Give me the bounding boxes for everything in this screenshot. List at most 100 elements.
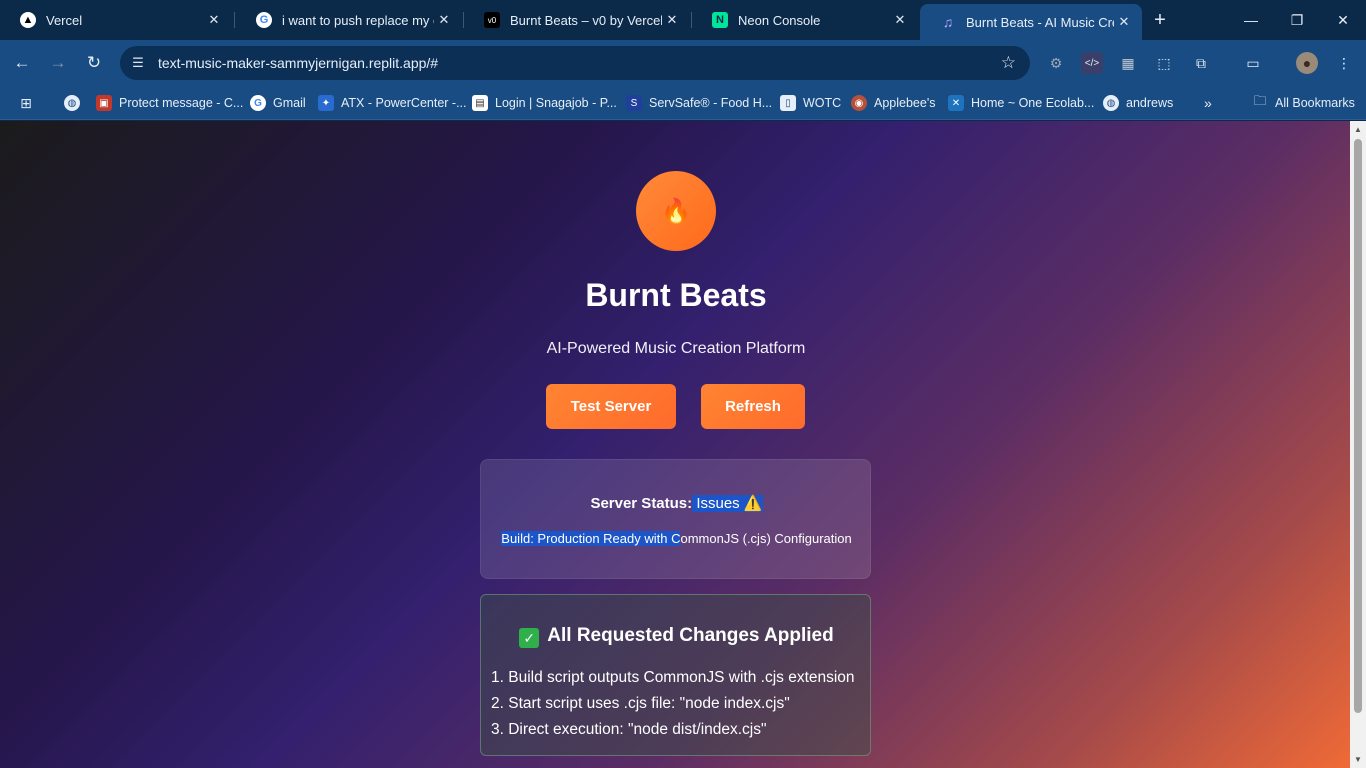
extension-icon[interactable]: ⚙ xyxy=(1045,52,1067,74)
snagajob-icon: ▤ xyxy=(472,95,488,111)
fire-icon: 🔥 xyxy=(661,197,691,225)
tab-title: Neon Console xyxy=(738,12,821,28)
globe-icon: ◍ xyxy=(64,95,80,111)
close-icon[interactable]: ✕ xyxy=(890,10,910,30)
changes-applied-card: ✓ All Requested Changes Applied 1. Build … xyxy=(480,594,871,756)
bookmark-label: Protect message - C... xyxy=(119,96,244,110)
ecolab-icon: ✕ xyxy=(948,95,964,111)
bookmark-servsafe[interactable]: S ServSafe® - Food H... xyxy=(626,92,772,114)
tab-burnt-beats-active[interactable]: ♫ Burnt Beats - AI Music Creatio ✕ xyxy=(920,4,1142,40)
bookmark-label: WOTC xyxy=(803,96,842,110)
bookmark-globe[interactable]: ◍ xyxy=(64,92,87,114)
tab-separator xyxy=(234,12,235,28)
address-bar[interactable]: ☰ text-music-maker-sammyjernigan.replit.… xyxy=(120,46,1030,80)
refresh-button[interactable]: Refresh xyxy=(701,384,805,429)
change-item-1: 1. Build script outputs CommonJS with .c… xyxy=(491,669,855,686)
all-bookmarks-label: All Bookmarks xyxy=(1275,96,1355,110)
build-info-rest: ommonJS (.cjs) Configuration xyxy=(680,531,852,546)
check-mark-icon: ✓ xyxy=(519,628,540,648)
close-icon[interactable]: ✕ xyxy=(204,10,224,30)
bookmark-label: Login | Snagajob - P... xyxy=(495,96,617,110)
bookmark-atx-powercenter[interactable]: ✦ ATX - PowerCenter -... xyxy=(318,92,467,114)
back-icon[interactable]: ← xyxy=(9,50,35,76)
tab-v0[interactable]: v0 Burnt Beats – v0 by Vercel ✕ xyxy=(464,0,690,40)
scroll-up-arrow-icon[interactable]: ▲ xyxy=(1354,125,1362,134)
reload-icon[interactable]: ↻ xyxy=(81,50,107,76)
change-item-2: 2. Start script uses .cjs file: "node in… xyxy=(491,695,790,712)
bookmark-label: ServSafe® - Food H... xyxy=(649,96,773,110)
folder-icon: 🗀 xyxy=(1253,93,1267,108)
bookmark-star-icon[interactable]: ☆ xyxy=(1001,53,1016,73)
bookmark-andrews[interactable]: ◍ andrews xyxy=(1103,92,1173,114)
page-scrollbar[interactable]: ▲ ▼ xyxy=(1350,121,1366,768)
tab-title: Vercel xyxy=(46,12,83,28)
servsafe-icon: S xyxy=(626,95,642,111)
page-title: Burnt Beats xyxy=(585,277,767,313)
profile-avatar[interactable]: ● xyxy=(1296,52,1318,74)
scroll-down-arrow-icon[interactable]: ▼ xyxy=(1354,755,1362,764)
more-bookmarks-chevron-icon[interactable]: » xyxy=(1204,92,1212,114)
google-icon: G xyxy=(250,95,266,111)
menu-kebab-icon[interactable]: ⋮ xyxy=(1333,52,1355,74)
browser-toolbar: ← → ↻ ☰ text-music-maker-sammyjernigan.r… xyxy=(0,40,1366,86)
document-extension-icon[interactable]: ▦ xyxy=(1117,52,1139,74)
extensions-puzzle-icon[interactable]: ⧉ xyxy=(1190,52,1212,74)
bookmark-label: ATX - PowerCenter -... xyxy=(341,96,467,110)
server-status-card: Server Status: Issues ⚠️ Build: Producti… xyxy=(480,459,871,579)
tab-title: i want to push replace my ent xyxy=(282,12,434,28)
bookmark-gmail[interactable]: G Gmail xyxy=(250,92,306,114)
changes-title: ✓ All Requested Changes Applied xyxy=(481,625,872,648)
bookmark-label: Applebee's xyxy=(874,96,936,110)
music-note-icon: ♫ xyxy=(942,14,954,30)
restore-icon[interactable]: ❐ xyxy=(1274,0,1320,40)
bookmark-protect-message[interactable]: ▣ Protect message - C... xyxy=(96,92,243,114)
dev-extension-icon[interactable]: </> xyxy=(1081,52,1103,74)
forward-icon[interactable]: → xyxy=(45,50,71,76)
vercel-triangle-icon: ▲ xyxy=(20,12,36,28)
close-window-icon[interactable]: ✕ xyxy=(1320,0,1366,40)
bookmark-snagajob[interactable]: ▤ Login | Snagajob - P... xyxy=(472,92,617,114)
v0-icon: v0 xyxy=(484,12,500,28)
bookmark-applebees[interactable]: ◉ Applebee's xyxy=(851,92,935,114)
scrollbar-thumb[interactable] xyxy=(1354,139,1362,713)
close-icon[interactable]: ✕ xyxy=(434,10,454,30)
protect-icon: ▣ xyxy=(96,95,112,111)
tab-strip: ▲ Vercel ✕ G i want to push replace my e… xyxy=(0,0,1366,40)
bookmark-label: andrews xyxy=(1126,96,1174,110)
apps-grid-icon[interactable]: ⊞ xyxy=(18,92,41,114)
url-text[interactable]: text-music-maker-sammyjernigan.replit.ap… xyxy=(158,55,438,71)
minimize-icon[interactable]: — xyxy=(1228,0,1274,40)
bookmark-label: Gmail xyxy=(273,96,306,110)
status-value-text: Issues xyxy=(696,495,740,512)
server-status-label: Server Status: xyxy=(590,495,693,512)
new-tab-icon[interactable]: + xyxy=(1150,9,1170,31)
tab-search-icon[interactable]: ▭ xyxy=(1242,52,1264,74)
page-subtitle: AI-Powered Music Creation Platform xyxy=(546,340,806,357)
neon-icon: N xyxy=(712,12,728,28)
build-info-line: Build: Production Ready with CommonJS (.… xyxy=(481,531,872,546)
server-status-value: Issues ⚠️ xyxy=(692,495,763,512)
bookmark-wotc[interactable]: ▯ WOTC xyxy=(780,92,841,114)
bookmark-ecolab[interactable]: ✕ Home ~ One Ecolab... xyxy=(948,92,1094,114)
changes-title-text: All Requested Changes Applied xyxy=(547,625,834,646)
fire-logo-icon: 🔥 xyxy=(636,171,716,251)
server-status-line: Server Status: Issues ⚠️ xyxy=(481,494,872,512)
document-icon: ▯ xyxy=(780,95,796,111)
tab-neon-console[interactable]: N Neon Console ✕ xyxy=(692,0,918,40)
tab-title: Burnt Beats – v0 by Vercel xyxy=(510,12,662,28)
build-info-highlighted: Build: Production Ready with C xyxy=(501,531,681,546)
tab-vercel[interactable]: ▲ Vercel ✕ xyxy=(0,0,232,40)
screenshot-icon[interactable]: ⬚ xyxy=(1153,52,1175,74)
test-server-button[interactable]: Test Server xyxy=(546,384,676,429)
site-info-icon[interactable]: ☰ xyxy=(128,53,148,73)
warning-icon: ⚠️ xyxy=(743,495,763,512)
close-icon[interactable]: ✕ xyxy=(1114,12,1134,32)
globe-icon: ◍ xyxy=(1103,95,1119,111)
all-bookmarks-folder[interactable]: 🗀 All Bookmarks xyxy=(1252,92,1355,114)
close-icon[interactable]: ✕ xyxy=(662,10,682,30)
tab-google-search[interactable]: G i want to push replace my ent ✕ xyxy=(236,0,462,40)
change-item-3: 3. Direct execution: "node dist/index.cj… xyxy=(491,721,767,738)
atx-icon: ✦ xyxy=(318,95,334,111)
google-icon: G xyxy=(256,12,272,28)
tab-title: Burnt Beats - AI Music Creatio xyxy=(966,14,1114,30)
